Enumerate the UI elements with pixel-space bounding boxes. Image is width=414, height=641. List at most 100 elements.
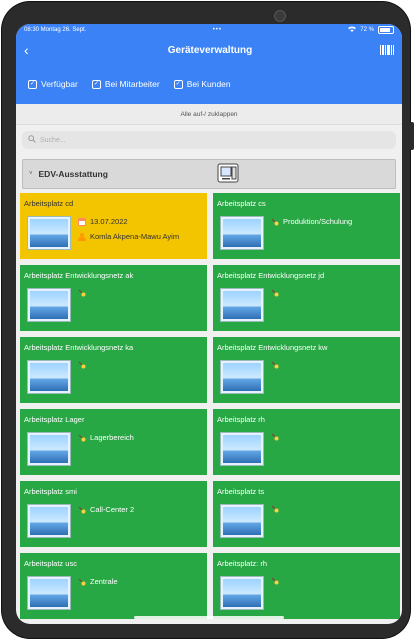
monitor-thumbnail-icon: [28, 433, 70, 465]
filter-label: Bei Kunden: [186, 79, 231, 89]
date-row: 13.07.2022: [78, 217, 179, 226]
monitor-thumbnail-icon: [28, 289, 70, 321]
location-row: Call-Center 2: [78, 505, 134, 514]
device-title: Arbeitsplatz rh: [217, 415, 265, 424]
barcode-scan-icon[interactable]: [379, 45, 394, 55]
device-info: [271, 289, 283, 297]
device-tile[interactable]: Arbeitsplatz Entwicklungsnetz kw: [213, 337, 400, 403]
search-placeholder: Suche...: [40, 136, 66, 144]
device-info: [271, 433, 283, 441]
device-title: Arbeitsplatz: rh: [217, 559, 268, 568]
expand-collapse-all[interactable]: Alle auf-/ zuklappen: [16, 104, 402, 125]
device-info: Lagerbereich: [78, 433, 134, 442]
pushpin-icon: [271, 361, 279, 369]
date-text: 13.07.2022: [90, 217, 128, 226]
pushpin-icon: [78, 578, 86, 586]
device-title: Arbeitsplatz Entwicklungsnetz jd: [217, 271, 325, 280]
location-row: [271, 505, 283, 513]
search-input[interactable]: Suche...: [22, 131, 396, 149]
pushpin-icon: [271, 577, 279, 585]
device-tile[interactable]: Arbeitsplatz Entwicklungsnetz ak: [20, 265, 207, 331]
device-info: [271, 361, 283, 369]
camera-icon: [274, 10, 286, 22]
checkbox-icon[interactable]: ✓: [91, 79, 101, 89]
device-grid: Arbeitsplatz cd 13.07.2022 Komla Akpena-…: [16, 193, 402, 619]
device-info: [271, 577, 283, 585]
filter-label: Verfügbar: [41, 79, 78, 89]
device-tile[interactable]: Arbeitsplatz ts: [213, 481, 400, 547]
location-text: Lagerbereich: [90, 433, 134, 442]
device-title: Arbeitsplatz ts: [217, 487, 265, 496]
device-title: Arbeitsplatz cs: [217, 199, 266, 208]
pushpin-icon: [271, 289, 279, 297]
search-container: Suche...: [16, 125, 402, 153]
device-title: Arbeitsplatz cd: [24, 199, 74, 208]
device-tile[interactable]: Arbeitsplatz smi Call-Center 2: [20, 481, 207, 547]
monitor-thumbnail-icon: [28, 505, 70, 537]
pushpin-icon: [271, 433, 279, 441]
device-info: [78, 289, 90, 297]
device-tile[interactable]: Arbeitsplatz usc Zentrale: [20, 553, 207, 619]
search-icon: [28, 135, 36, 145]
monitor-thumbnail-icon: [28, 361, 70, 393]
monitor-thumbnail-icon: [28, 577, 70, 609]
status-right: 72 %: [348, 26, 394, 34]
filter-with-customer[interactable]: ✓ Bei Kunden: [173, 79, 231, 89]
wifi-icon: [348, 26, 357, 34]
section-header[interactable]: ˅ EDV-Ausstattung: [22, 159, 396, 189]
filter-bar: ✓ Verfügbar ✓ Bei Mitarbeiter ✓ Bei Kund…: [16, 64, 402, 104]
multitasking-dots[interactable]: •••: [213, 27, 222, 33]
device-tile[interactable]: Arbeitsplatz Entwicklungsnetz ka: [20, 337, 207, 403]
device-title: Arbeitsplatz smi: [24, 487, 77, 496]
monitor-thumbnail-icon: [221, 361, 263, 393]
device-tile[interactable]: Arbeitsplatz cs Produktion/Schulung: [213, 193, 400, 259]
monitor-thumbnail-icon: [221, 505, 263, 537]
filter-available[interactable]: ✓ Verfügbar: [28, 79, 78, 89]
location-row: [271, 577, 283, 585]
device-tile[interactable]: Arbeitsplatz Lager Lagerbereich: [20, 409, 207, 475]
location-row: Produktion/Schulung: [271, 217, 352, 226]
device-tile[interactable]: Arbeitsplatz cd 13.07.2022 Komla Akpena-…: [20, 193, 207, 259]
device-tile[interactable]: Arbeitsplatz Entwicklungsnetz jd: [213, 265, 400, 331]
location-row: [271, 361, 283, 369]
home-indicator[interactable]: [134, 616, 284, 619]
monitor-thumbnail-icon: [221, 217, 263, 249]
location-row: [271, 289, 283, 297]
device-tile[interactable]: Arbeitsplatz: rh: [213, 553, 400, 619]
pushpin-icon: [78, 289, 86, 297]
device-title: Arbeitsplatz Lager: [24, 415, 85, 424]
status-time-date: 08:30 Montag 26. Sept.: [24, 27, 87, 33]
monitor-thumbnail-icon: [221, 289, 263, 321]
pushpin-icon: [78, 434, 86, 442]
location-row: [78, 289, 90, 297]
person-row: Komla Akpena-Mawu Ayim: [78, 232, 179, 241]
filter-with-employee[interactable]: ✓ Bei Mitarbeiter: [91, 79, 160, 89]
tablet-frame: 08:30 Montag 26. Sept. ••• 72 % ‹ Geräte…: [2, 2, 414, 638]
monitor-thumbnail-icon: [221, 577, 263, 609]
battery-icon: [377, 26, 394, 34]
device-info: Call-Center 2: [78, 505, 134, 514]
back-button[interactable]: ‹: [24, 42, 40, 58]
location-row: Zentrale: [78, 577, 118, 586]
calendar-icon: [78, 217, 86, 226]
device-info: [271, 505, 283, 513]
checkbox-icon[interactable]: ✓: [173, 79, 183, 89]
location-row: [78, 361, 90, 369]
device-tile[interactable]: Arbeitsplatz rh: [213, 409, 400, 475]
status-bar: 08:30 Montag 26. Sept. ••• 72 %: [16, 24, 402, 36]
chevron-down-icon[interactable]: ˅: [29, 171, 33, 177]
device-info: Produktion/Schulung: [271, 217, 352, 226]
location-row: Lagerbereich: [78, 433, 134, 442]
location-row: [271, 433, 283, 441]
pushpin-icon: [271, 505, 279, 513]
side-button: [410, 122, 414, 150]
pushpin-icon: [78, 506, 86, 514]
device-info: Zentrale: [78, 577, 118, 586]
device-info: [78, 361, 90, 369]
section-title: EDV-Ausstattung: [38, 169, 108, 179]
checkbox-icon[interactable]: ✓: [28, 79, 37, 89]
location-text: Call-Center 2: [90, 505, 135, 514]
pushpin-icon: [78, 361, 86, 369]
screen: 08:30 Montag 26. Sept. ••• 72 % ‹ Geräte…: [16, 24, 402, 624]
page-title: Geräteverwaltung: [167, 44, 253, 56]
